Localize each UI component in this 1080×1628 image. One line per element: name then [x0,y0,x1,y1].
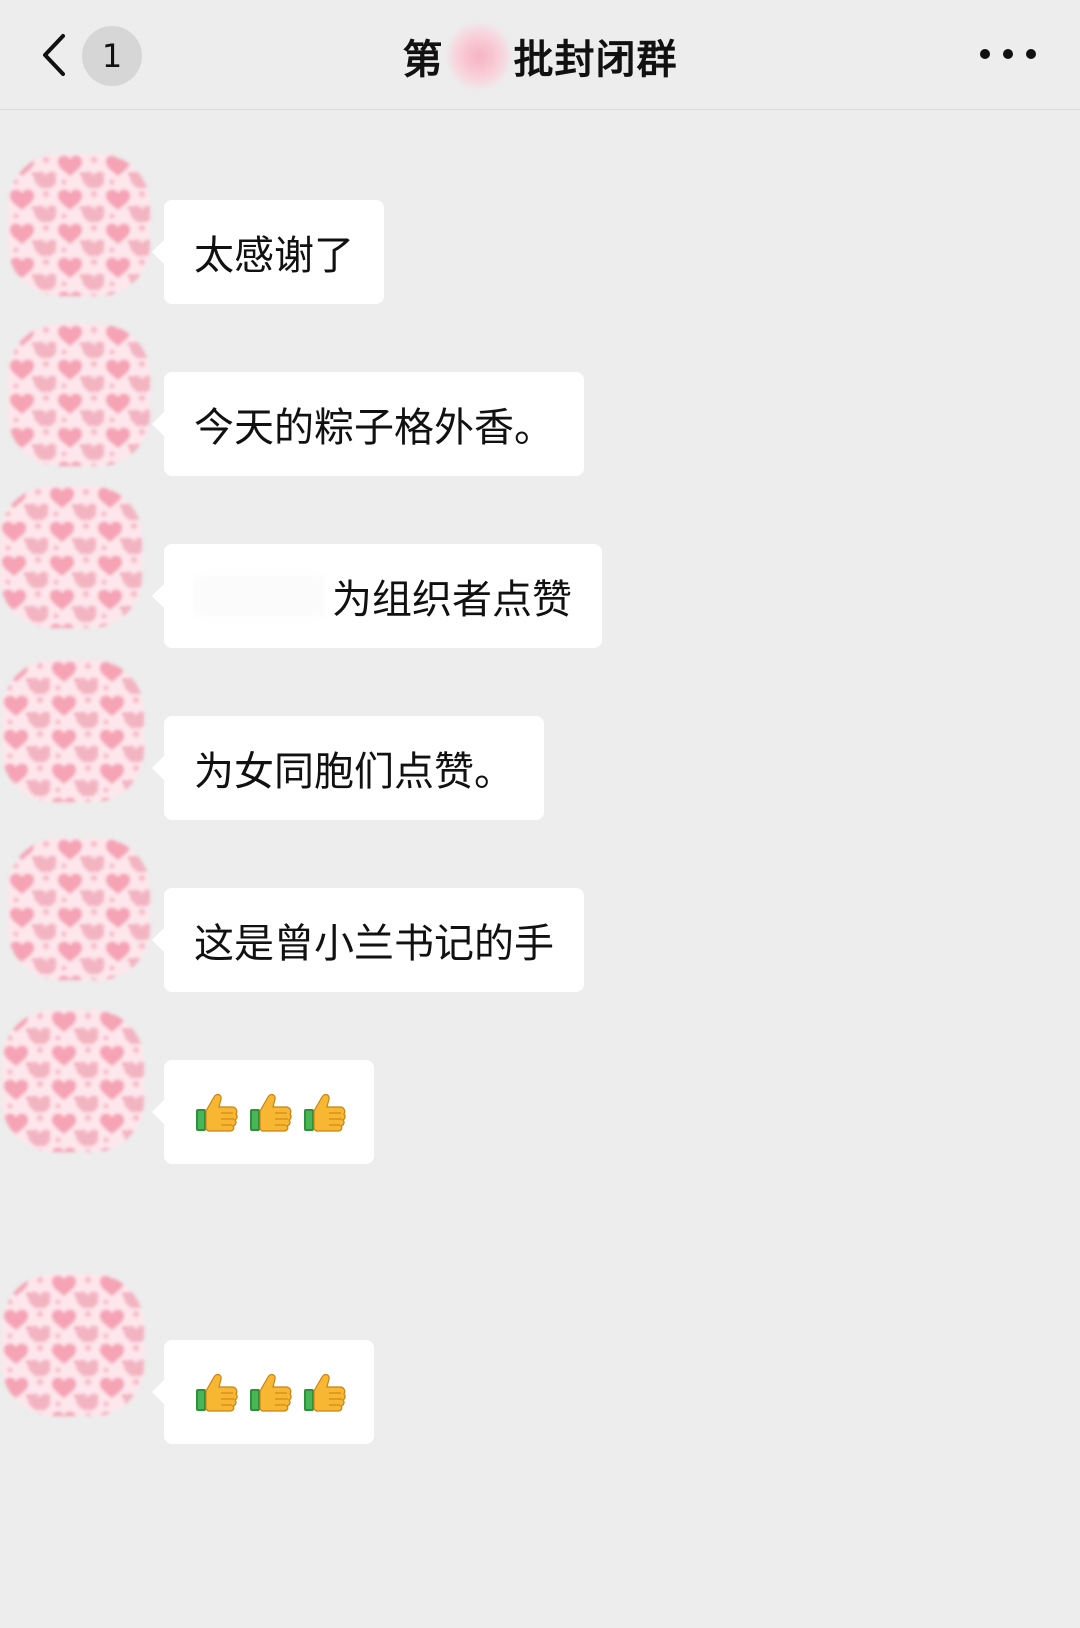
message-text: 为组织者点赞 [332,577,572,623]
avatar[interactable] [2,1010,144,1152]
chevron-left-icon [43,34,65,76]
chat-subtitle [330,88,750,108]
more-dot-icon [1026,49,1036,59]
thumbs-up-icon [250,1373,292,1412]
unread-count-badge[interactable]: 1 [82,26,142,86]
more-options-button[interactable] [980,34,1036,74]
thumbs-up-icon [196,1373,238,1412]
thumbs-up-icon [250,1093,292,1132]
avatar[interactable] [2,660,144,802]
title-redacted-area [447,23,510,89]
message-bubble[interactable]: 为女同胞们点赞。 [152,716,544,820]
thumbs-up-icon [304,1093,346,1132]
message-bubble[interactable]: 这是曾小兰书记的手 [152,888,584,992]
more-dot-icon [1003,49,1013,59]
message-bubble[interactable]: 今天的粽子格外香。 [152,372,584,476]
chat-header: 1 第 批封闭群 [0,0,1080,110]
message-text: 为女同胞们点赞。 [194,749,514,795]
message-bubble[interactable]: 为组织者点赞 [152,544,602,648]
avatar[interactable] [8,838,150,980]
thumbs-up-icon [196,1093,238,1132]
message-bubble[interactable]: 太感谢了 [152,200,384,304]
thumbs-up-group [194,1089,348,1135]
redacted-text [194,576,324,616]
more-dot-icon [980,49,990,59]
avatar[interactable] [0,486,142,628]
chat-title: 第 批封闭群 [280,18,800,94]
message-text: 太感谢了 [194,233,354,279]
avatar[interactable] [2,1274,144,1416]
thumbs-up-icon [304,1373,346,1412]
message-text: 这是曾小兰书记的手 [194,921,554,967]
thumbs-up-group [194,1369,348,1415]
avatar[interactable] [8,324,150,466]
message-bubble[interactable] [152,1340,374,1444]
back-button[interactable] [34,30,74,80]
title-suffix: 批封闭群 [513,37,678,83]
message-text: 今天的粽子格外香。 [194,405,554,451]
avatar[interactable] [8,154,150,296]
message-bubble[interactable] [152,1060,374,1164]
title-prefix: 第 [402,37,444,83]
